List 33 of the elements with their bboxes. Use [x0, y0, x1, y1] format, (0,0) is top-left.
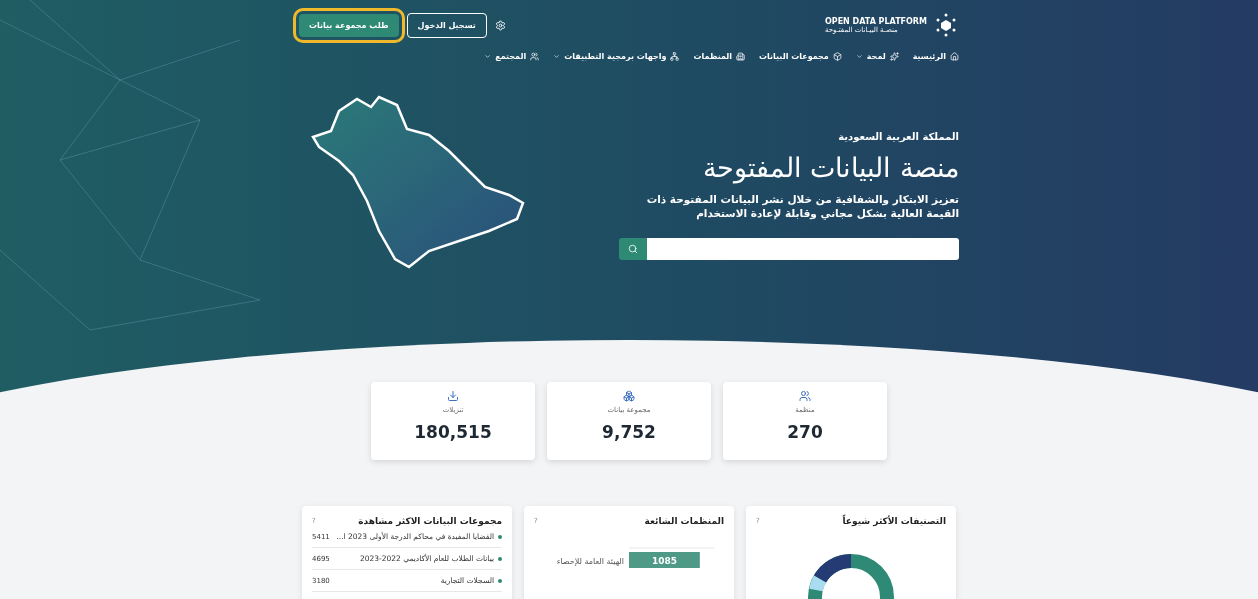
search-icon: [628, 244, 638, 255]
nav-link[interactable]: لمحة: [855, 52, 899, 61]
nav-item-icon: [832, 52, 842, 61]
card-title: التصنيفات الأكثر شيوعاً: [842, 516, 946, 526]
stat-value: 9,752: [602, 422, 656, 442]
search-button[interactable]: [619, 238, 647, 261]
hero-title: منصة البيانات المفتوحة: [701, 152, 959, 183]
hero-eyebrow: المملكة العربية السعودية: [837, 131, 959, 142]
bar-category-label: الهيئة العامة للإحصاء: [556, 557, 624, 566]
nav-link[interactable]: الرئيسية: [912, 52, 959, 61]
stat-value: 180,515: [414, 422, 492, 442]
bar-value-label: 1085: [651, 556, 677, 566]
bar: [629, 552, 700, 568]
hero-description: تعزيز الابتكار والشفافية من خلال نشر البيانات المفتوحة ذات القيمة العالية بشكل مجاني وقابلة لإعادة الاستخدام: [645, 193, 959, 221]
nav-item-icon: [889, 52, 899, 61]
stat-icon: [799, 390, 811, 402]
nav-link[interactable]: المجتمع: [484, 52, 540, 61]
card-title: المنظمات الشائعة: [644, 516, 724, 526]
stat-icon: [447, 390, 459, 402]
nav-link[interactable]: مجموعات البيانات: [759, 52, 842, 61]
nav-item-icon: [670, 52, 680, 61]
nav-item-icon: [950, 52, 959, 61]
stat-value: 270: [787, 422, 823, 442]
nav-link[interactable]: واجهات برمجية التطبيقات: [553, 52, 680, 61]
card-title: مجموعات البيانات الاكثر مشاهدة: [358, 516, 502, 526]
login-button[interactable]: تسجيل الدخول: [406, 12, 487, 38]
nav-item-icon: [530, 52, 540, 61]
settings-icon[interactable]: [494, 19, 506, 31]
search-field[interactable]: [647, 238, 959, 261]
nav-item-icon: [736, 52, 746, 61]
stat-icon: [623, 390, 635, 402]
logo-title: OPEN DATA PLATFORM: [825, 16, 927, 26]
nav-link[interactable]: المنظمات: [693, 52, 746, 61]
